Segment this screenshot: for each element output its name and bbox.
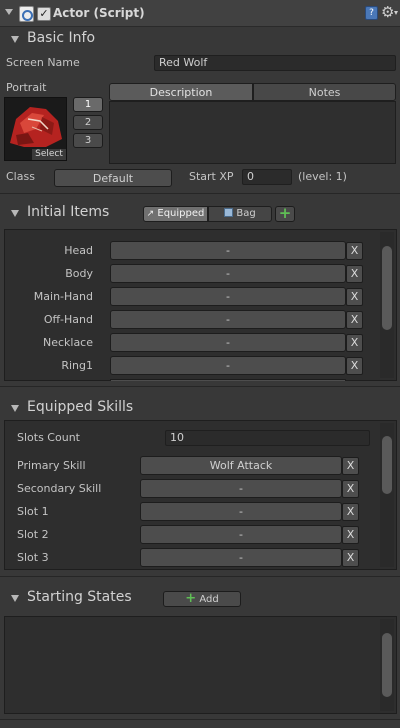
skill-slot-label: Slot 2 <box>17 528 49 541</box>
starting-states-foldout-icon[interactable] <box>11 595 19 602</box>
screen-name-field[interactable]: Red Wolf <box>154 55 396 71</box>
skill-slot-clear-button[interactable]: X <box>342 480 359 498</box>
skills-scrollbar-thumb[interactable] <box>382 436 392 494</box>
script-icon <box>19 6 34 22</box>
item-slot-clear-button[interactable]: X <box>346 357 363 375</box>
item-slot-clear-button[interactable]: X <box>346 242 363 260</box>
skill-slot-label: Primary Skill <box>17 459 86 472</box>
skill-slot-dropdown[interactable]: - <box>140 502 342 521</box>
equipped-skills-title[interactable]: Equipped Skills <box>27 399 133 415</box>
skill-slot-dropdown[interactable]: - <box>140 525 342 544</box>
add-state-label: Add <box>199 594 219 605</box>
description-text-area[interactable] <box>109 101 396 164</box>
portrait-label: Portrait <box>6 81 47 94</box>
item-slot-dropdown[interactable]: - <box>110 264 346 283</box>
wolf-portrait-image <box>10 107 62 147</box>
starting-states-title[interactable]: Starting States <box>27 589 132 605</box>
item-slot-dropdown[interactable]: - <box>110 287 346 306</box>
bag-icon <box>224 208 234 217</box>
items-scrollbar-thumb[interactable] <box>382 246 392 330</box>
divider <box>0 576 400 577</box>
chevron-down-icon[interactable] <box>394 11 398 15</box>
slots-count-label: Slots Count <box>17 431 80 444</box>
portrait-slot-2[interactable]: 2 <box>73 115 103 130</box>
divider <box>0 193 400 194</box>
sword-icon: ↗ <box>146 209 155 219</box>
start-xp-label: Start XP <box>189 170 234 183</box>
tab-equipped-label: Equipped <box>157 208 205 219</box>
skill-slot-clear-button[interactable]: X <box>342 457 359 475</box>
equipped-skills-foldout-icon[interactable] <box>11 405 19 412</box>
item-slot-clear-button[interactable]: X <box>346 334 363 352</box>
item-slot-clear-button[interactable]: X <box>346 288 363 306</box>
class-dropdown[interactable]: Default <box>54 169 172 187</box>
divider <box>0 386 400 387</box>
skill-slot-dropdown[interactable]: - <box>140 548 342 567</box>
item-slot-dropdown[interactable]: - <box>110 333 346 352</box>
divider <box>0 719 400 720</box>
component-title[interactable]: Actor (Script) <box>53 6 145 20</box>
skill-slot-label: Slot 3 <box>17 551 49 564</box>
portrait-slot-1[interactable]: 1 <box>73 97 103 112</box>
skill-slot-clear-button[interactable]: X <box>342 503 359 521</box>
item-slot-dropdown[interactable]: - <box>110 356 346 375</box>
item-slot-clear-button[interactable]: X <box>346 265 363 283</box>
level-text: (level: 1) <box>298 170 347 183</box>
item-slot-label: Main-Hand <box>33 290 93 303</box>
skill-slot-label: Slot 1 <box>17 505 49 518</box>
start-xp-field[interactable]: 0 <box>242 169 292 185</box>
plus-icon: + <box>185 591 197 606</box>
portrait-frame[interactable]: Select <box>4 97 67 161</box>
tab-equipped[interactable]: ↗ Equipped <box>143 206 208 222</box>
tab-bag[interactable]: Bag <box>208 206 272 222</box>
foldout-arrow-icon[interactable] <box>5 9 13 15</box>
initial-items-title[interactable]: Initial Items <box>27 204 109 220</box>
item-slot-dropdown[interactable]: - <box>110 241 346 260</box>
states-scrollbar-thumb[interactable] <box>382 633 392 697</box>
skill-slot-dropdown[interactable]: - <box>140 479 342 498</box>
item-slot-label: Head <box>64 244 93 257</box>
item-slot-label: Necklace <box>42 336 93 349</box>
item-slot-clear-button[interactable]: X <box>346 311 363 329</box>
portrait-slot-3[interactable]: 3 <box>73 133 103 148</box>
tab-bag-label: Bag <box>236 208 256 219</box>
skill-slot-dropdown[interactable]: Wolf Attack <box>140 456 342 475</box>
portrait-select-button[interactable]: Select <box>32 149 66 160</box>
basic-info-title[interactable]: Basic Info <box>27 30 95 46</box>
initial-items-foldout-icon[interactable] <box>11 210 19 217</box>
skill-slot-clear-button[interactable]: X <box>342 526 359 544</box>
skill-slot-clear-button[interactable]: X <box>342 549 359 567</box>
item-slot-label: Off-Hand <box>43 313 93 326</box>
class-label: Class <box>6 170 35 183</box>
help-icon[interactable]: ? <box>365 6 378 20</box>
slots-count-field[interactable]: 10 <box>165 430 370 446</box>
plus-icon: + <box>278 204 292 222</box>
states-list-panel <box>4 616 397 714</box>
item-slot-dropdown[interactable]: - <box>110 310 346 329</box>
tab-notes[interactable]: Notes <box>253 83 396 101</box>
skill-slot-label: Secondary Skill <box>17 482 102 495</box>
item-slot-dropdown[interactable] <box>110 379 346 381</box>
add-state-button[interactable]: + Add <box>163 591 241 607</box>
gear-icon[interactable]: ⚙ <box>381 3 394 21</box>
basic-info-foldout-icon[interactable] <box>11 36 19 43</box>
component-enabled-checkbox[interactable]: ✓ <box>37 7 51 21</box>
add-item-button[interactable]: + <box>275 206 295 222</box>
screen-name-label: Screen Name <box>6 56 80 69</box>
item-slot-label: Body <box>65 267 93 280</box>
tab-description[interactable]: Description <box>109 83 253 101</box>
item-slot-label: Ring1 <box>61 359 93 372</box>
